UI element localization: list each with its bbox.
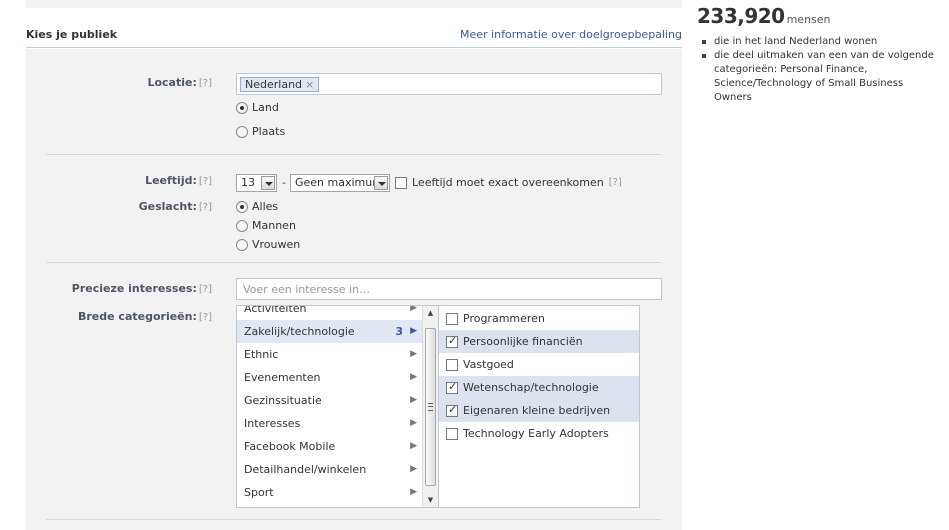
gender-option-men[interactable]: Mannen [236,219,296,232]
scroll-down-icon[interactable]: ▼ [423,493,438,507]
grip-icon [428,403,433,411]
age-max-select[interactable]: Geen maximum [290,174,390,192]
checkbox-icon[interactable] [395,176,407,189]
radio-icon[interactable] [236,125,248,138]
category-item-active[interactable]: Zakelijk/technologie 3 ▶ [237,320,423,343]
subcategory-item[interactable]: Eigenaren kleine bedrijven [439,399,639,422]
age-exact-help[interactable]: [?] [609,177,622,188]
subcategory-item[interactable]: Wetenschap/technologie [439,376,639,399]
top-strip [26,0,682,8]
audience-panel: Kies je publiek Meer informatie over doe… [26,22,682,530]
chevron-down-icon [261,176,275,190]
gender-option-women[interactable]: Vrouwen [236,238,300,251]
reach-unit: mensen [786,13,831,26]
category-item[interactable]: Facebook Mobile ▶ [237,435,423,458]
divider [46,519,661,520]
chevron-right-icon: ▶ [410,487,417,497]
chevron-right-icon: ▶ [410,395,417,405]
gender-option-all[interactable]: Alles [236,200,278,213]
chevron-right-icon: ▶ [410,326,417,336]
scroll-up-icon[interactable]: ▲ [423,306,438,320]
checkbox-checked-icon[interactable] [446,334,458,348]
category-scrollbar[interactable]: ▲ ▼ [422,306,438,507]
subcategory-list: Programmeren Persoonlijke financiën Vast… [438,305,640,508]
scroll-thumb[interactable] [425,328,436,486]
radio-icon[interactable] [236,238,248,251]
location-token: Nederland × [240,77,320,92]
checkbox-icon[interactable] [446,427,458,440]
subcategory-item[interactable]: Persoonlijke financiën [439,330,639,353]
chevron-right-icon: ▶ [410,305,417,313]
divider [46,262,661,263]
radio-icon[interactable] [236,101,248,114]
interest-input[interactable]: Voer een interesse in… [236,278,662,300]
category-item[interactable]: Ethnic ▶ [237,343,423,366]
checkbox-checked-icon[interactable] [446,380,458,394]
age-label: Leeftijd: [?] [145,174,212,187]
age-row: 13 - Geen maximum Leeftijd moet exact ov… [236,174,622,192]
chevron-right-icon: ▶ [410,441,417,451]
interest-placeholder: Voer een interesse in… [243,283,371,296]
panel-title: Kies je publiek [26,28,118,41]
chevron-down-icon [374,176,388,190]
chevron-right-icon: ▶ [410,349,417,359]
gender-help[interactable]: [?] [199,202,212,213]
age-dash: - [282,176,286,189]
location-input[interactable]: Nederland × [236,73,662,95]
location-option-country[interactable]: Land [236,101,279,114]
category-item[interactable]: Detailhandel/winkelen ▶ [237,458,423,481]
checkbox-icon[interactable] [446,312,458,325]
selected-count-badge: 3 [395,325,403,338]
broad-categories-label: Brede categorieën: [?] [78,310,212,323]
reach-criteria-list: die in het land Nederland wonen die deel… [697,35,937,105]
chevron-right-icon: ▶ [410,372,417,382]
subcategory-item[interactable]: Technology Early Adopters [439,422,639,445]
location-label: Locatie: [?] [147,76,212,89]
age-min-select[interactable]: 13 [236,174,277,192]
category-list[interactable]: Activiteiten ▶ Zakelijk/technologie 3 ▶ Eth… [236,305,439,508]
category-item[interactable]: Gezinssituatie ▶ [237,389,423,412]
category-item[interactable]: Activiteiten ▶ [237,305,423,320]
reach-criterion: die deel uitmaken van een van de volgend… [702,49,937,105]
age-exact-checkbox[interactable]: Leeftijd moet exact overeenkomen [?] [395,176,622,189]
remove-token-icon[interactable]: × [305,78,314,91]
checkbox-icon[interactable] [446,358,458,371]
broad-help[interactable]: [?] [199,312,212,323]
radio-icon[interactable] [236,200,248,213]
chevron-right-icon: ▶ [410,464,417,474]
age-help[interactable]: [?] [199,176,212,187]
panel-header: Kies je publiek Meer informatie over doe… [26,22,682,48]
interests-help[interactable]: [?] [199,284,212,295]
gender-label: Geslacht: [?] [138,200,212,213]
subcategory-item[interactable]: Programmeren [439,307,639,330]
checkbox-checked-icon[interactable] [446,403,458,417]
radio-icon[interactable] [236,219,248,232]
divider [46,154,661,155]
reach-count: 233,920 [697,4,785,28]
reach-criterion: die in het land Nederland wonen [702,35,937,49]
category-item[interactable]: Interesses ▶ [237,412,423,435]
location-help[interactable]: [?] [199,78,212,89]
chevron-right-icon: ▶ [410,418,417,428]
estimated-reach: 233,920 mensen die in het land Nederland … [697,4,937,105]
category-item[interactable]: Sport ▶ [237,481,423,504]
panel-body: Locatie: [?] Nederland × Land Plaats Leeft… [26,49,682,530]
precise-interests-label: Precieze interesses: [?] [71,282,212,295]
location-option-city[interactable]: Plaats [236,125,285,138]
targeting-info-link[interactable]: Meer informatie over doelgroepbepaling [460,28,682,41]
subcategory-item[interactable]: Vastgoed [439,353,639,376]
category-item[interactable]: Evenementen ▶ [237,366,423,389]
